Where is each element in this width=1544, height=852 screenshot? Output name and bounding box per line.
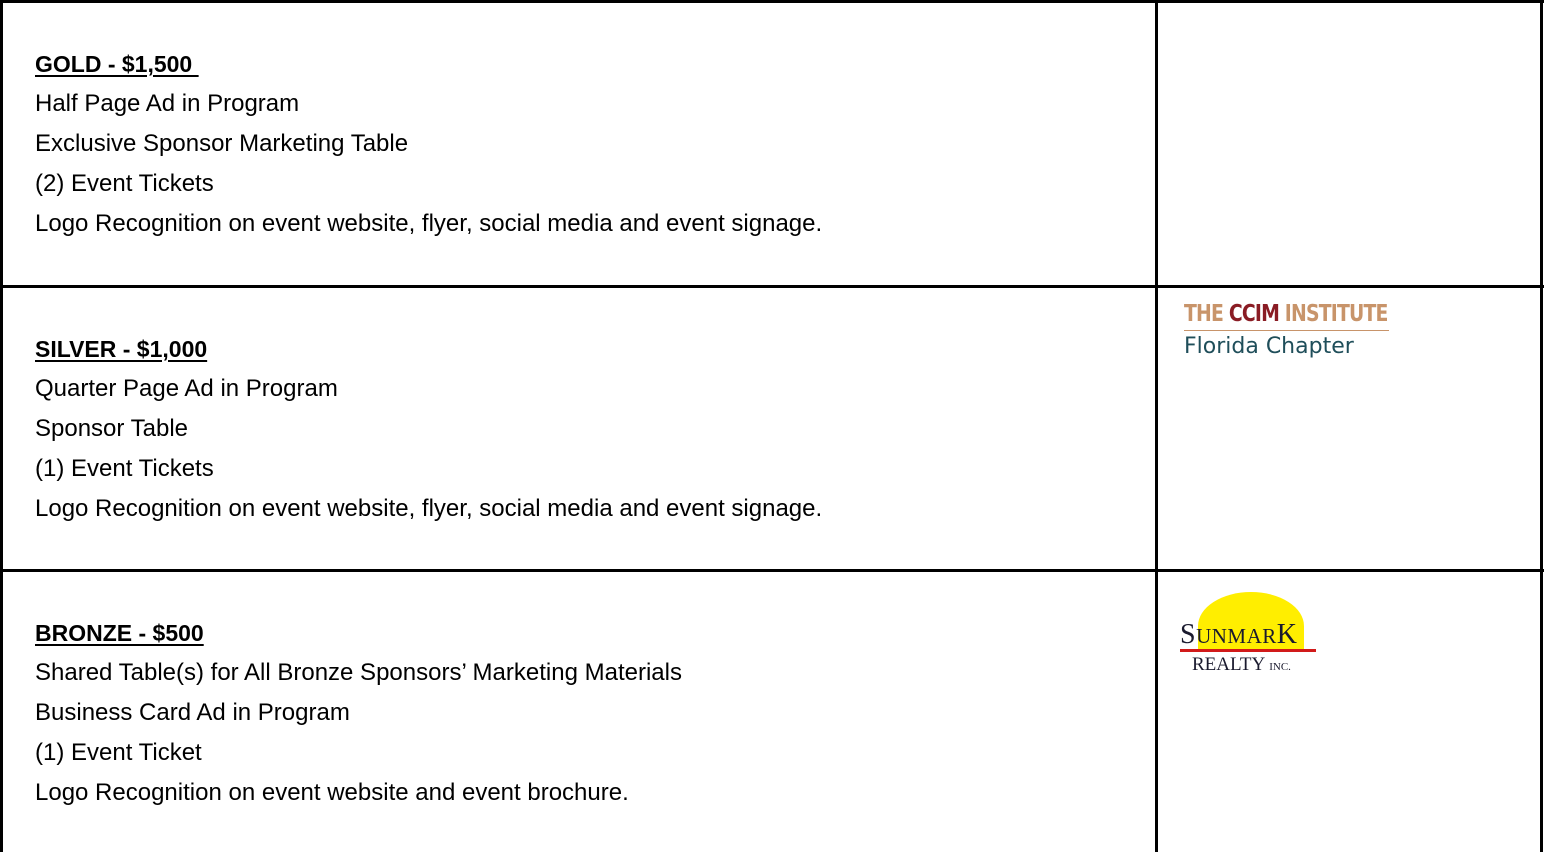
sunmark-inc-text: INC. xyxy=(1269,661,1291,673)
benefit-item: Business Card Ad in Program xyxy=(35,699,350,726)
benefit-item: Logo Recognition on event website, flyer… xyxy=(35,495,823,522)
logo-cell-gold xyxy=(1158,3,1540,285)
sunmark-realty-text: REALTY xyxy=(1192,654,1265,675)
ccim-logo-rule xyxy=(1184,330,1389,331)
ccim-logo-wordmark: THE CCIM INSTITUTE xyxy=(1184,300,1388,328)
sponsorship-table: GOLD - $1,500 Half Page Ad in Program Ex… xyxy=(0,0,1544,852)
sunmark-logo-rule xyxy=(1180,649,1316,652)
tier-title-bronze: BRONZE - $500 xyxy=(35,620,204,646)
logo-cell-bronze: SUNMARK REALTY INC. xyxy=(1158,572,1540,852)
benefit-item: Logo Recognition on event website and ev… xyxy=(35,779,629,806)
tier-bronze: BRONZE - $500 Shared Table(s) for All Br… xyxy=(35,619,682,819)
benefit-item: (1) Event Tickets xyxy=(35,455,214,482)
sunmark-letters: UNMAR xyxy=(1196,624,1277,648)
sunmark-letter-k: K xyxy=(1276,619,1298,650)
border-left xyxy=(0,0,3,852)
sunmark-logo-wordmark: SUNMARK xyxy=(1180,620,1298,651)
border-right xyxy=(1540,0,1543,852)
benefit-item: (2) Event Tickets xyxy=(35,170,214,197)
sunmark-logo: SUNMARK REALTY INC. xyxy=(1176,592,1316,680)
benefit-item: (1) Event Ticket xyxy=(35,739,202,766)
tier-title-gold: GOLD - $1,500 xyxy=(35,51,199,77)
benefit-item: Shared Table(s) for All Bronze Sponsors’… xyxy=(35,659,682,686)
tier-title-silver: SILVER - $1,000 xyxy=(35,336,208,362)
benefit-item: Logo Recognition on event website, flyer… xyxy=(35,210,823,237)
benefit-item: Sponsor Table xyxy=(35,415,188,442)
benefit-item: Exclusive Sponsor Marketing Table xyxy=(35,130,409,157)
benefit-item: Quarter Page Ad in Program xyxy=(35,375,338,402)
benefit-item: Half Page Ad in Program xyxy=(35,90,300,117)
ccim-logo: THE CCIM INSTITUTE Florida Chapter xyxy=(1184,300,1399,360)
ccim-word-institute: INSTITUTE xyxy=(1284,301,1389,327)
sunmark-logo-realty: REALTY INC. xyxy=(1192,654,1291,678)
sunmark-letter-s: S xyxy=(1180,619,1197,650)
ccim-word-ccim: CCIM xyxy=(1228,301,1280,327)
tier-gold: GOLD - $1,500 Half Page Ad in Program Ex… xyxy=(35,50,822,250)
logo-cell-silver: THE CCIM INSTITUTE Florida Chapter xyxy=(1158,288,1540,569)
tier-silver: SILVER - $1,000 Quarter Page Ad in Progr… xyxy=(35,335,822,535)
ccim-word-the: THE xyxy=(1184,301,1224,327)
ccim-logo-subtitle: Florida Chapter xyxy=(1184,334,1354,359)
